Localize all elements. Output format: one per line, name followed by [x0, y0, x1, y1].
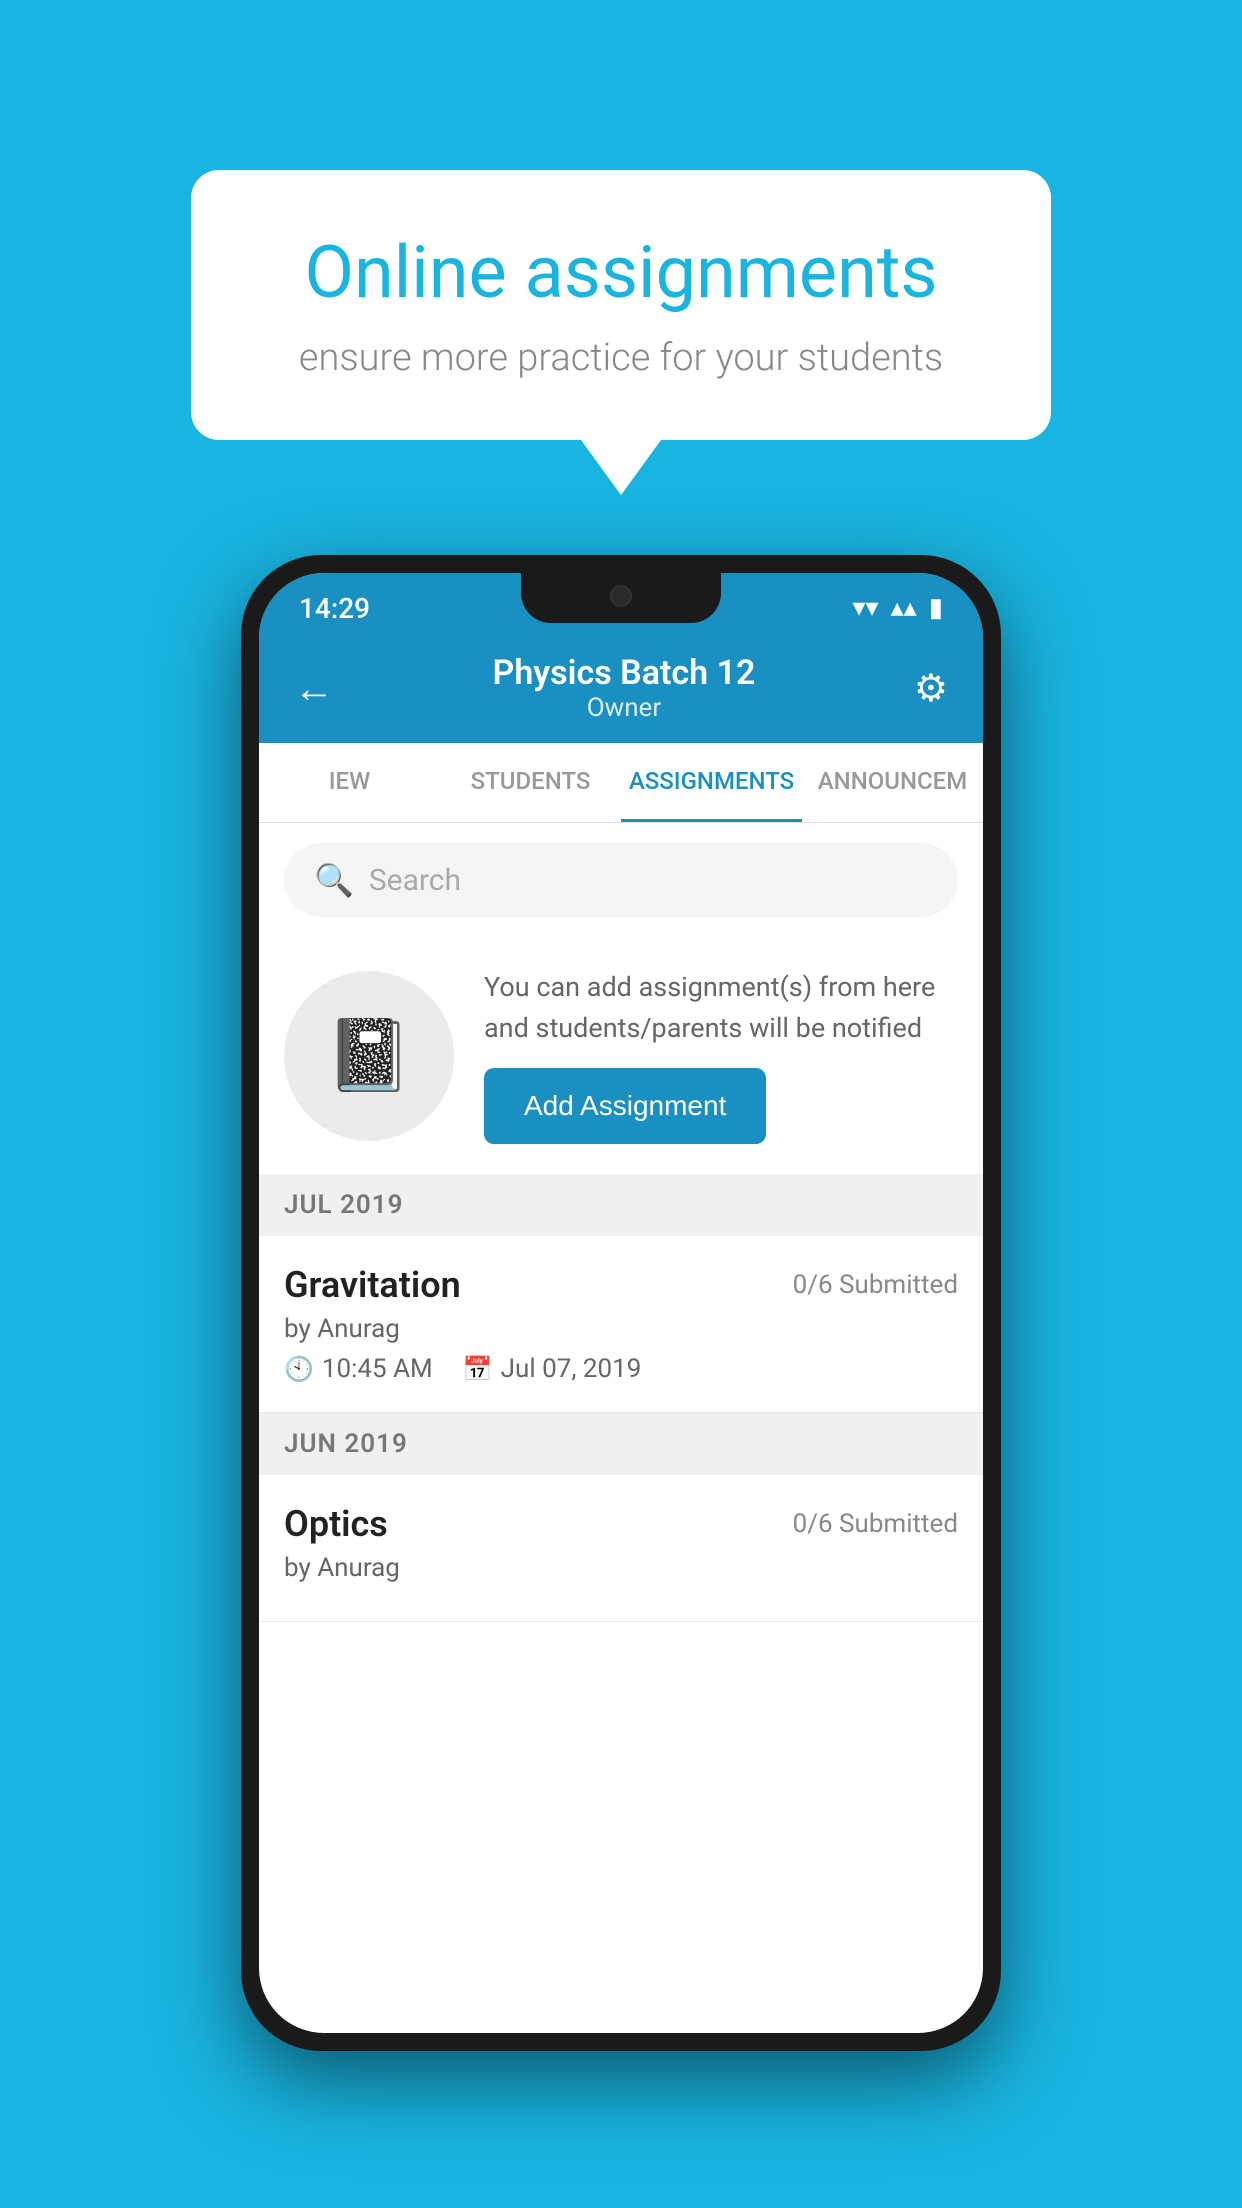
tab-bar: IEW STUDENTS ASSIGNMENTS ANNOUNCEM — [259, 743, 983, 823]
status-icons: ▾▾ ▴▴ ▮ — [852, 593, 943, 623]
promo-icon-circle: 📓 — [284, 971, 454, 1141]
app-header: ← Physics Batch 12 Owner ⚙ — [259, 633, 983, 743]
tab-announcements-label: ANNOUNCEM — [818, 767, 967, 795]
tab-announcements[interactable]: ANNOUNCEM — [802, 743, 983, 822]
meta-time-gravitation: 🕙 10:45 AM — [284, 1354, 433, 1384]
assignment-row1-optics: Optics 0/6 Submitted — [284, 1503, 958, 1545]
search-placeholder: Search — [369, 863, 461, 898]
assignment-item-gravitation[interactable]: Gravitation 0/6 Submitted by Anurag 🕙 10… — [259, 1236, 983, 1413]
tab-students[interactable]: STUDENTS — [440, 743, 621, 822]
search-icon: 🔍 — [314, 861, 354, 899]
phone-notch — [521, 573, 721, 623]
calendar-icon: 📅 — [463, 1355, 493, 1383]
speech-bubble-arrow — [581, 440, 661, 495]
header-title: Physics Batch 12 — [493, 653, 756, 693]
section-header-jun: JUN 2019 — [259, 1413, 983, 1475]
notebook-icon: 📓 — [325, 1015, 412, 1097]
phone-camera — [610, 585, 632, 607]
speech-bubble: Online assignments ensure more practice … — [191, 170, 1051, 440]
assignment-name-optics: Optics — [284, 1503, 388, 1545]
phone-outer: 14:29 ▾▾ ▴▴ ▮ ← Physics Batch 12 Owner ⚙ — [241, 555, 1001, 2051]
phone-screen: 14:29 ▾▾ ▴▴ ▮ ← Physics Batch 12 Owner ⚙ — [259, 573, 983, 2033]
speech-bubble-container: Online assignments ensure more practice … — [191, 170, 1051, 495]
meta-date-gravitation: 📅 Jul 07, 2019 — [463, 1354, 642, 1384]
submitted-badge-optics: 0/6 Submitted — [793, 1509, 958, 1539]
assignment-name-gravitation: Gravitation — [284, 1264, 461, 1306]
assignment-date-gravitation: Jul 07, 2019 — [501, 1354, 642, 1384]
promo-text: You can add assignment(s) from here and … — [484, 967, 958, 1048]
submitted-badge-gravitation: 0/6 Submitted — [793, 1270, 958, 1300]
speech-bubble-subtitle: ensure more practice for your students — [261, 336, 981, 380]
tab-assignments-label: ASSIGNMENTS — [629, 767, 794, 795]
tab-assignments[interactable]: ASSIGNMENTS — [621, 743, 802, 822]
tab-iew[interactable]: IEW — [259, 743, 440, 822]
settings-icon[interactable]: ⚙ — [914, 666, 948, 711]
promo-content: You can add assignment(s) from here and … — [484, 967, 958, 1144]
phone-mockup: 14:29 ▾▾ ▴▴ ▮ ← Physics Batch 12 Owner ⚙ — [241, 555, 1001, 2051]
assignment-time-gravitation: 10:45 AM — [322, 1354, 433, 1384]
wifi-icon: ▾▾ — [852, 593, 878, 623]
speech-bubble-title: Online assignments — [261, 230, 981, 316]
search-bar[interactable]: 🔍 Search — [284, 843, 958, 917]
search-container: 🔍 Search — [259, 823, 983, 937]
header-title-block: Physics Batch 12 Owner — [493, 653, 756, 723]
tab-iew-label: IEW — [329, 767, 370, 795]
clock-icon: 🕙 — [284, 1355, 314, 1383]
add-assignment-button[interactable]: Add Assignment — [484, 1068, 766, 1144]
assignment-by-optics: by Anurag — [284, 1553, 958, 1583]
tab-students-label: STUDENTS — [471, 767, 591, 795]
assignment-row1: Gravitation 0/6 Submitted — [284, 1264, 958, 1306]
status-time: 14:29 — [299, 592, 370, 625]
section-header-jul: JUL 2019 — [259, 1174, 983, 1236]
promo-section: 📓 You can add assignment(s) from here an… — [259, 937, 983, 1174]
back-button[interactable]: ← — [294, 665, 334, 712]
assignment-item-optics[interactable]: Optics 0/6 Submitted by Anurag — [259, 1475, 983, 1622]
assignment-by-gravitation: by Anurag — [284, 1314, 958, 1344]
signal-icon: ▴▴ — [891, 593, 917, 623]
assignment-meta-gravitation: 🕙 10:45 AM 📅 Jul 07, 2019 — [284, 1354, 958, 1384]
battery-icon: ▮ — [929, 593, 943, 623]
header-subtitle: Owner — [493, 693, 756, 723]
